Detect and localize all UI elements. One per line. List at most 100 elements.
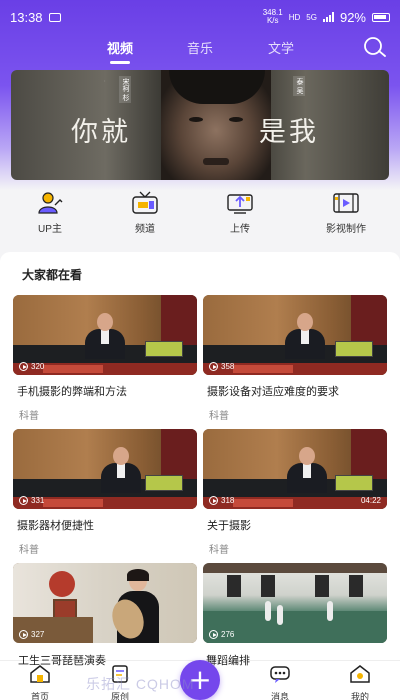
status-time: 13:38 <box>10 9 43 25</box>
quick-menu: UP主 频道 上传 影视制作 <box>0 186 400 242</box>
play-count-value: 358 <box>221 362 235 371</box>
top-tabs: 视频 音乐 文学 <box>0 34 400 64</box>
battery-percent: 92% <box>339 9 366 25</box>
banner-mouth <box>203 158 229 165</box>
nav-messages[interactable]: 消息 <box>260 664 300 700</box>
video-card[interactable]: 318 04:22 关于摄影 科普 <box>203 429 387 556</box>
video-thumbnail[interactable]: 358 <box>203 295 387 375</box>
nav-home[interactable]: 首页 <box>20 664 60 700</box>
play-count-value: 320 <box>31 362 45 371</box>
profile-icon <box>350 665 370 683</box>
thumb-dancer <box>265 601 271 621</box>
watermark-text: 乐拓汇 CQHOM <box>86 676 195 692</box>
nav-label-home: 首页 <box>30 692 49 700</box>
search-icon <box>364 37 386 57</box>
app-screen: 13:38 348.1 K/s HD 5G 92% 视频 音乐 文学 · 宋柯 … <box>0 0 400 700</box>
thumb-speaker <box>83 313 127 359</box>
thumb-fan-decor <box>49 571 75 597</box>
play-icon <box>209 630 218 639</box>
quick-label-upload: 上传 <box>230 224 250 235</box>
play-count: 327 <box>19 630 44 639</box>
thumb-window <box>261 575 275 597</box>
thumb-laptop <box>145 341 183 357</box>
video-thumbnail[interactable]: 320 <box>13 295 197 375</box>
quick-label-film: 影视制作 <box>326 224 366 235</box>
tab-music[interactable]: 音乐 <box>180 38 220 57</box>
play-count: 331 <box>19 496 44 505</box>
video-duration: 04:22 <box>360 496 381 505</box>
banner-decor-text: · <box>101 80 107 82</box>
video-card[interactable]: 331 摄影器材便捷性 科普 <box>13 429 197 556</box>
video-title[interactable]: 摄影器材便捷性 <box>13 517 197 533</box>
thumb-laptop <box>335 475 373 491</box>
play-count: 276 <box>209 630 234 639</box>
video-title[interactable]: 摄影设备对适应难度的要求 <box>203 383 387 399</box>
video-thumbnail[interactable]: 276 <box>203 563 387 643</box>
thumb-laptop <box>335 341 373 357</box>
quick-up-host[interactable]: UP主 <box>20 190 80 235</box>
video-category: 科普 <box>209 545 229 556</box>
quick-label-channel: 频道 <box>135 224 155 235</box>
thumb-laptop <box>145 475 183 491</box>
play-count-value: 318 <box>221 496 235 505</box>
video-category: 科普 <box>19 545 39 556</box>
status-bar: 13:38 348.1 K/s HD 5G 92% <box>0 0 400 34</box>
video-title[interactable]: 手机摄影的弊端和方法 <box>13 383 197 399</box>
hd-indicator: HD <box>288 12 301 22</box>
network-speed: 348.1 K/s <box>263 9 283 25</box>
banner-name-left: 宋柯 杉 <box>119 76 131 103</box>
signal-icon <box>322 12 334 22</box>
network-speed-unit: K/s <box>266 16 279 25</box>
upload-icon <box>225 190 255 216</box>
network-type: 5G <box>306 12 317 22</box>
play-count: 358 <box>209 362 234 371</box>
video-card[interactable]: 320 手机摄影的弊端和方法 科普 <box>13 295 197 422</box>
quick-channel[interactable]: 频道 <box>115 190 175 235</box>
battery-icon <box>372 12 390 22</box>
video-thumbnail[interactable]: 331 <box>13 429 197 509</box>
video-thumbnail[interactable]: 318 04:22 <box>203 429 387 509</box>
promo-banner[interactable]: · 宋柯 杉 泰 吴 你就 是我 <box>11 70 389 180</box>
search-button[interactable] <box>362 36 388 58</box>
tab-literature[interactable]: 文学 <box>261 38 301 57</box>
tv-icon <box>130 190 160 216</box>
section-title: 大家都在看 <box>22 268 83 282</box>
quick-film-production[interactable]: 影视制作 <box>316 190 376 235</box>
film-icon <box>331 190 361 216</box>
banner-title-right: 是我 <box>259 117 319 148</box>
video-card[interactable]: 276 <box>203 563 387 643</box>
thumb-dancer <box>327 601 333 621</box>
quick-label-up: UP主 <box>38 224 62 235</box>
nav-label-messages: 消息 <box>270 692 289 700</box>
thumb-window <box>349 575 363 597</box>
video-title-peek[interactable]: 工生三哥琵琶演奏 <box>18 652 106 668</box>
play-icon <box>19 496 28 505</box>
gallery-notification-icon <box>48 12 61 22</box>
banner-title-left: 你就 <box>71 117 131 148</box>
quick-upload[interactable]: 上传 <box>210 190 270 235</box>
video-category: 科普 <box>19 411 39 422</box>
thumb-window <box>227 575 241 597</box>
video-thumbnail[interactable]: 327 <box>13 563 197 643</box>
nav-profile[interactable]: 我的 <box>340 664 380 700</box>
video-card[interactable]: 358 摄影设备对适应难度的要求 科普 <box>203 295 387 422</box>
play-icon <box>209 362 218 371</box>
video-title[interactable]: 关于摄影 <box>203 517 387 533</box>
play-count-value: 327 <box>31 630 45 639</box>
play-count-value: 331 <box>31 496 45 505</box>
thumb-speaker <box>99 447 143 493</box>
user-upload-icon <box>35 190 65 216</box>
play-icon <box>19 362 28 371</box>
video-category: 科普 <box>209 411 229 422</box>
thumb-performer <box>107 569 169 643</box>
banner-eye-right <box>229 117 243 122</box>
message-icon <box>270 666 290 683</box>
video-card[interactable]: 327 <box>13 563 197 643</box>
thumb-speaker <box>285 447 329 493</box>
thumb-dancer <box>277 605 283 625</box>
nav-label-profile: 我的 <box>350 692 369 700</box>
play-count: 320 <box>19 362 44 371</box>
play-count: 318 <box>209 496 234 505</box>
tab-video[interactable]: 视频 <box>100 38 140 64</box>
play-icon <box>209 496 218 505</box>
